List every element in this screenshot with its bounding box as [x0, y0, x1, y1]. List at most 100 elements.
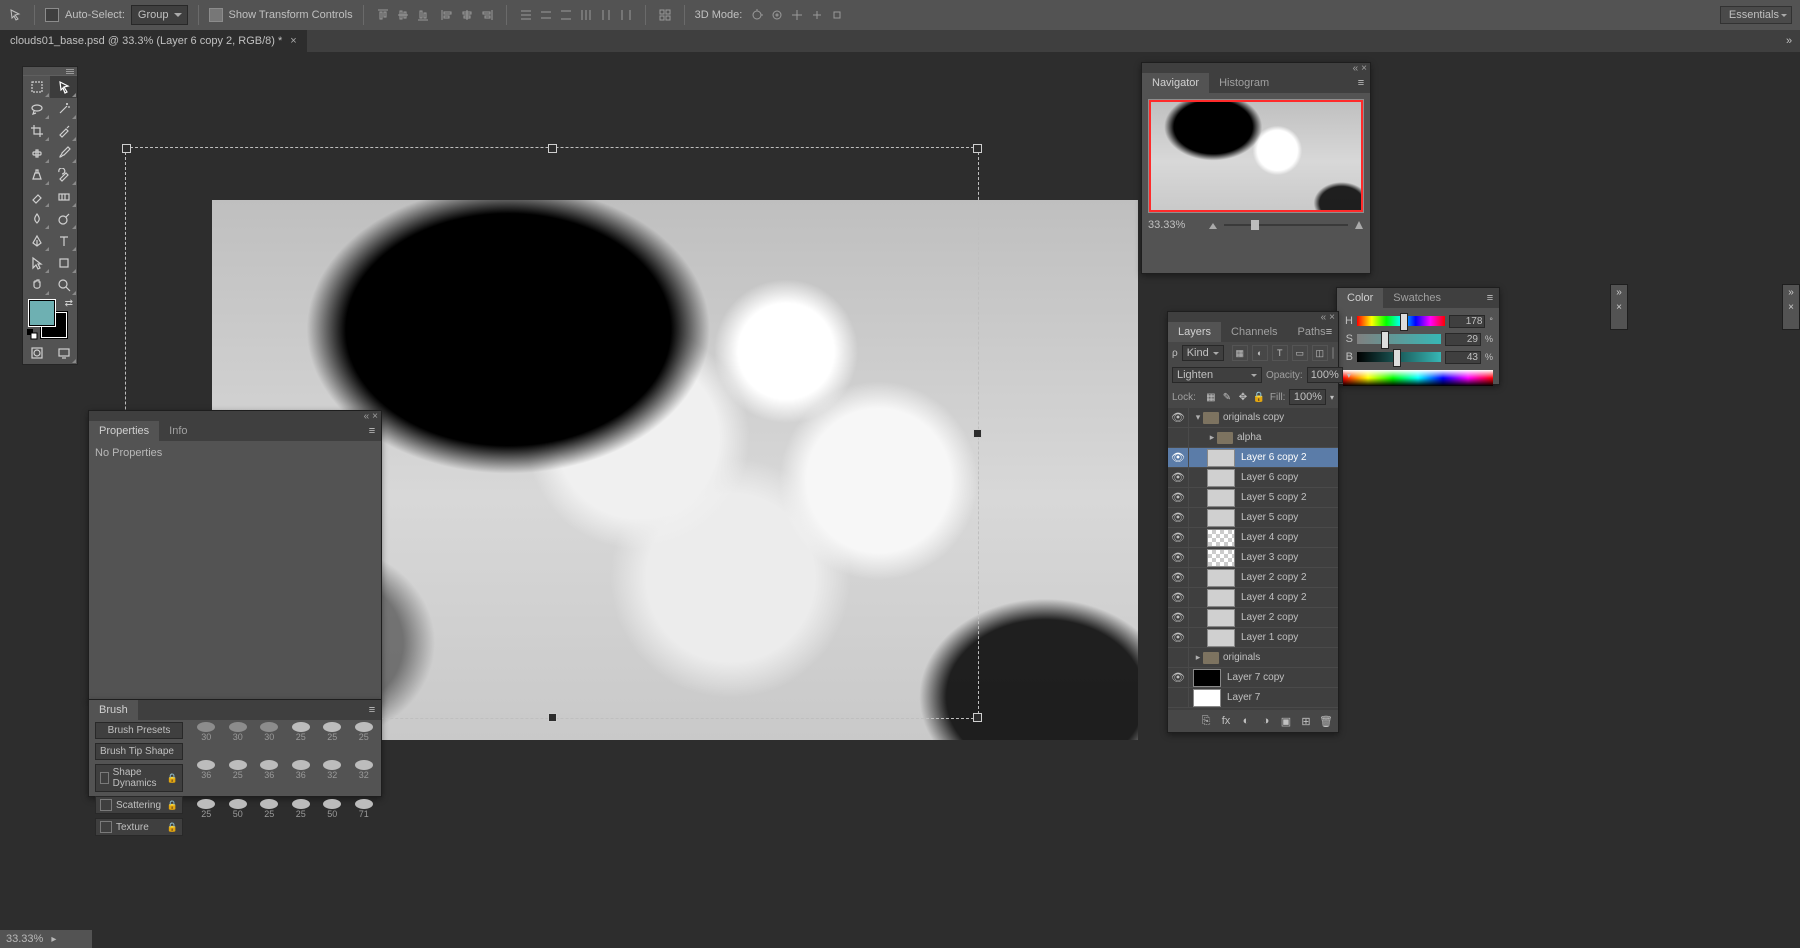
auto-select-target-dropdown[interactable]: Group	[131, 5, 188, 25]
workspace-dropdown[interactable]: Essentials	[1720, 6, 1792, 24]
brush-preset-cell[interactable]: 25	[317, 722, 348, 759]
brush-preset-cell[interactable]: 36	[254, 760, 285, 797]
transform-handle-tl[interactable]	[122, 144, 131, 153]
layer-thumbnail[interactable]	[1207, 569, 1235, 587]
layer-row[interactable]: Layer 7	[1168, 688, 1338, 708]
brush-preset-cell[interactable]: 25	[191, 799, 222, 836]
panel-menu-icon[interactable]: ≡	[365, 424, 379, 438]
layer-thumbnail[interactable]	[1207, 629, 1235, 647]
layer-thumbnail[interactable]	[1207, 609, 1235, 627]
hue-slider[interactable]	[1357, 316, 1445, 326]
align-bottom-button[interactable]	[414, 6, 432, 24]
filter-shape-icon[interactable]: ▭	[1292, 345, 1308, 361]
color-tab[interactable]: Color	[1337, 288, 1383, 308]
visibility-eye-icon[interactable]: 👁	[1168, 588, 1189, 607]
status-zoom[interactable]: 33.33%	[6, 933, 43, 945]
lock-all-icon[interactable]: 🔒	[1252, 390, 1266, 404]
chevron-down-icon[interactable]: ▾	[1330, 393, 1334, 402]
zoom-tool[interactable]	[50, 274, 77, 296]
visibility-eye-icon[interactable]	[1168, 648, 1189, 667]
color-spectrum[interactable]	[1343, 370, 1493, 386]
brush-preset-cell[interactable]: 30	[191, 722, 222, 759]
layer-thumbnail[interactable]	[1193, 689, 1221, 707]
scattering-checkbox[interactable]	[100, 799, 112, 811]
visibility-eye-icon[interactable]: 👁	[1168, 628, 1189, 647]
pen-tool[interactable]	[23, 230, 50, 252]
layer-row[interactable]: 👁Layer 5 copy 2	[1168, 488, 1338, 508]
panel-menu-icon[interactable]: ≡	[1354, 76, 1368, 90]
clone-stamp-tool[interactable]	[23, 164, 50, 186]
filter-type-icon[interactable]: T	[1272, 345, 1288, 361]
dist-bottom-button[interactable]	[557, 6, 575, 24]
close-icon[interactable]: ×	[1329, 312, 1335, 323]
layer-name[interactable]: originals	[1223, 652, 1338, 663]
brush-preset-cell[interactable]: 71	[349, 799, 380, 836]
quick-mask-mode[interactable]	[23, 342, 50, 364]
group-arrow-icon[interactable]: ▸	[1193, 652, 1203, 663]
layer-thumbnail[interactable]	[1207, 549, 1235, 567]
history-brush-tool[interactable]	[50, 164, 77, 186]
sat-slider[interactable]	[1357, 334, 1441, 344]
collapsed-dock-group[interactable]: »×	[1782, 284, 1800, 330]
foreground-color-swatch[interactable]	[29, 300, 55, 326]
3d-roll-button[interactable]	[768, 6, 786, 24]
marquee-tool[interactable]	[23, 76, 50, 98]
brush-preset-cell[interactable]: 36	[286, 760, 317, 797]
layer-name[interactable]: Layer 5 copy	[1241, 512, 1338, 523]
layer-name[interactable]: Layer 5 copy 2	[1241, 492, 1338, 503]
visibility-eye-icon[interactable]: 👁	[1168, 448, 1189, 467]
visibility-eye-icon[interactable]: 👁	[1168, 508, 1189, 527]
visibility-eye-icon[interactable]: 👁	[1168, 668, 1189, 687]
dist-top-button[interactable]	[517, 6, 535, 24]
visibility-eye-icon[interactable]: 👁	[1168, 528, 1189, 547]
layer-fx-icon[interactable]: fx	[1218, 713, 1234, 729]
3d-rotate-button[interactable]	[748, 6, 766, 24]
brush-preset-cell[interactable]: 32	[317, 760, 348, 797]
align-left-button[interactable]	[438, 6, 456, 24]
layer-thumbnail[interactable]	[1193, 669, 1221, 687]
shape-tool[interactable]	[50, 252, 77, 274]
lock-pixels-icon[interactable]: ✎	[1220, 390, 1234, 404]
document-tab[interactable]: clouds01_base.psd @ 33.3% (Layer 6 copy …	[0, 30, 307, 52]
collapse-icon[interactable]: »	[1788, 287, 1794, 298]
close-tab-icon[interactable]: ×	[290, 35, 296, 47]
texture-checkbox[interactable]	[100, 821, 112, 833]
collapse-icon[interactable]: «	[1321, 312, 1327, 323]
dist-hcenter-button[interactable]	[597, 6, 615, 24]
bright-slider[interactable]	[1357, 352, 1441, 362]
chevron-right-icon[interactable]: ▸	[51, 934, 56, 945]
visibility-eye-icon[interactable]: 👁	[1168, 608, 1189, 627]
layer-row[interactable]: 👁Layer 1 copy	[1168, 628, 1338, 648]
bright-value[interactable]: 43	[1445, 351, 1481, 364]
layer-row[interactable]: 👁Layer 6 copy 2	[1168, 448, 1338, 468]
layer-row[interactable]: 👁Layer 2 copy	[1168, 608, 1338, 628]
layer-name[interactable]: originals copy	[1223, 412, 1338, 423]
dodge-tool[interactable]	[50, 208, 77, 230]
slider-thumb[interactable]	[1400, 313, 1408, 331]
3d-pan-button[interactable]	[788, 6, 806, 24]
zoom-out-icon[interactable]	[1208, 220, 1218, 230]
layer-row[interactable]: 👁▾originals copy	[1168, 408, 1338, 428]
layer-thumbnail[interactable]	[1207, 449, 1235, 467]
layer-row[interactable]: 👁Layer 3 copy	[1168, 548, 1338, 568]
transform-handle-tm[interactable]	[548, 144, 557, 153]
brush-preset-cell[interactable]: 36	[191, 760, 222, 797]
layers-tab[interactable]: Layers	[1168, 322, 1221, 342]
3d-scale-button[interactable]	[828, 6, 846, 24]
panel-menu-icon[interactable]: ≡	[1322, 325, 1336, 339]
filter-pixel-icon[interactable]: ▦	[1232, 345, 1248, 361]
chevron-down-icon[interactable]: ▾	[1347, 371, 1351, 380]
group-arrow-icon[interactable]: ▸	[1207, 432, 1217, 443]
3d-slide-button[interactable]	[808, 6, 826, 24]
close-icon[interactable]: ×	[1616, 302, 1622, 313]
histogram-tab[interactable]: Histogram	[1209, 73, 1279, 93]
layer-name[interactable]: Layer 3 copy	[1241, 552, 1338, 563]
navigator-proxy-view[interactable]	[1148, 99, 1364, 213]
navigator-zoom-slider[interactable]	[1224, 224, 1348, 226]
blur-tool[interactable]	[23, 208, 50, 230]
lasso-tool[interactable]	[23, 98, 50, 120]
layer-thumbnail[interactable]	[1207, 589, 1235, 607]
collapse-icon[interactable]: »	[1616, 287, 1622, 298]
lock-position-icon[interactable]: ✥	[1236, 390, 1250, 404]
layer-name[interactable]: Layer 2 copy 2	[1241, 572, 1338, 583]
